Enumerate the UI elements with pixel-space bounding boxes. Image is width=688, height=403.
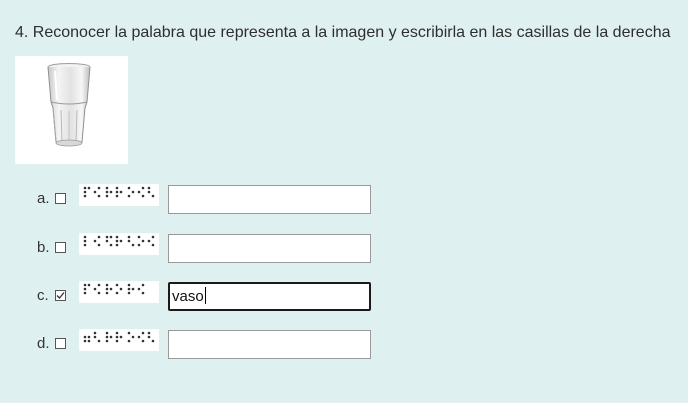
option-checkbox[interactable] [55, 242, 66, 253]
option-letter: b. [37, 239, 50, 256]
braille-word [79, 329, 159, 351]
text-caret [204, 287, 206, 304]
option-d: d. [37, 329, 377, 359]
braille-word [79, 184, 159, 206]
answer-input-a[interactable] [168, 185, 371, 214]
answer-input-c[interactable]: vaso [168, 282, 371, 311]
glass-image [15, 56, 128, 164]
option-b: b. [37, 233, 377, 263]
option-checkbox[interactable] [55, 193, 66, 204]
answer-input-b[interactable] [168, 234, 371, 263]
answer-text: vaso [172, 288, 204, 305]
option-letter: a. [37, 190, 50, 207]
option-checkbox[interactable] [55, 338, 66, 349]
braille-word [79, 281, 159, 303]
question-text: 4. Reconocer la palabra que representa a… [15, 24, 671, 41]
glass-icon [47, 63, 91, 147]
option-letter: c. [37, 287, 49, 304]
option-c: c. vaso [37, 281, 377, 311]
option-checkbox-checked[interactable] [55, 290, 66, 301]
option-letter: d. [37, 335, 50, 352]
option-a: a. [37, 184, 377, 214]
checkmark-icon [56, 292, 65, 299]
braille-word [79, 233, 159, 255]
answer-input-d[interactable] [168, 330, 371, 359]
